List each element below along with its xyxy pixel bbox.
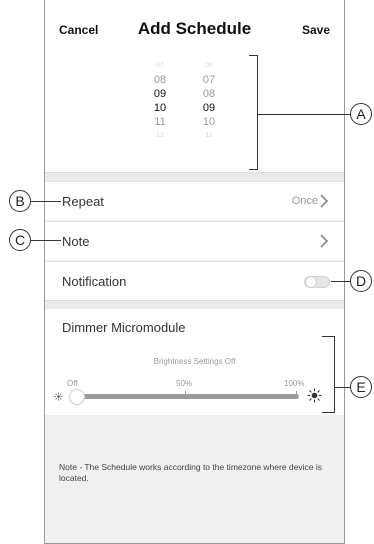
callout-d: D (350, 270, 372, 292)
brightness-low-icon (54, 392, 63, 401)
brightness-status: Brightness Settings Off (153, 357, 236, 366)
minute-option[interactable]: 11 (191, 129, 227, 143)
brightness-high-icon (307, 388, 322, 403)
dimmer-section: Dimmer Micromodule Brightness Settings O… (45, 309, 344, 415)
hour-option[interactable]: 12 (142, 129, 178, 143)
brightness-slider-thumb[interactable] (69, 389, 85, 405)
timezone-note: Note - The Schedule works according to t… (59, 462, 323, 483)
minute-option[interactable]: 07 (191, 73, 227, 87)
chevron-right-icon (320, 234, 329, 248)
minute-option[interactable]: 10 (191, 115, 227, 129)
callout-line-e (335, 387, 351, 388)
app-header: Cancel Add Schedule Save (45, 0, 344, 50)
notification-row: Notification (45, 261, 344, 300)
tick-label-off: Off (67, 379, 78, 388)
section-divider (45, 172, 344, 181)
chevron-right-icon (320, 194, 329, 208)
toggle-knob (305, 276, 317, 288)
note-label: Note (62, 234, 90, 249)
phone-screen: Cancel Add Schedule Save 07 08 09 10 11 12 06… (44, 0, 345, 544)
callout-bracket-a (249, 55, 258, 170)
dimmer-title: Dimmer Micromodule (62, 320, 186, 335)
page-title: Add Schedule (137, 19, 252, 38)
callout-bracket-e (322, 336, 335, 413)
repeat-row[interactable]: Repeat Once (45, 181, 344, 220)
callout-a: A (350, 103, 372, 125)
callout-e: E (350, 376, 372, 398)
callout-line-c (31, 240, 61, 241)
hour-option[interactable]: 11 (142, 115, 178, 129)
minute-wheel[interactable]: 06 07 08 09 10 11 (191, 59, 227, 143)
brightness-slider-track[interactable] (71, 394, 299, 399)
repeat-label: Repeat (62, 194, 104, 209)
notification-label: Notification (62, 274, 127, 289)
time-picker[interactable]: 07 08 09 10 11 12 06 07 08 09 10 11 (45, 50, 344, 172)
hour-option[interactable]: 07 (142, 59, 178, 73)
tick-label-50: 50% (176, 379, 193, 388)
hour-wheel[interactable]: 07 08 09 10 11 12 (142, 59, 178, 143)
minute-option[interactable]: 08 (191, 87, 227, 101)
tick-label-100: 100% (284, 379, 305, 388)
hour-option[interactable]: 10 (142, 101, 178, 115)
callout-line-b (31, 201, 61, 202)
save-button[interactable]: Save (302, 23, 330, 37)
notification-toggle[interactable] (304, 276, 330, 288)
note-row[interactable]: Note (45, 221, 344, 260)
hour-option[interactable]: 09 (142, 87, 178, 101)
repeat-value: Once (291, 195, 318, 207)
callout-line-d (331, 281, 351, 282)
callout-line-a (258, 114, 351, 115)
minute-option[interactable]: 06 (191, 59, 227, 73)
callout-c: C (9, 229, 31, 251)
section-divider (45, 300, 344, 309)
callout-b: B (9, 190, 31, 212)
hour-option[interactable]: 08 (142, 73, 178, 87)
minute-option[interactable]: 09 (191, 101, 227, 115)
